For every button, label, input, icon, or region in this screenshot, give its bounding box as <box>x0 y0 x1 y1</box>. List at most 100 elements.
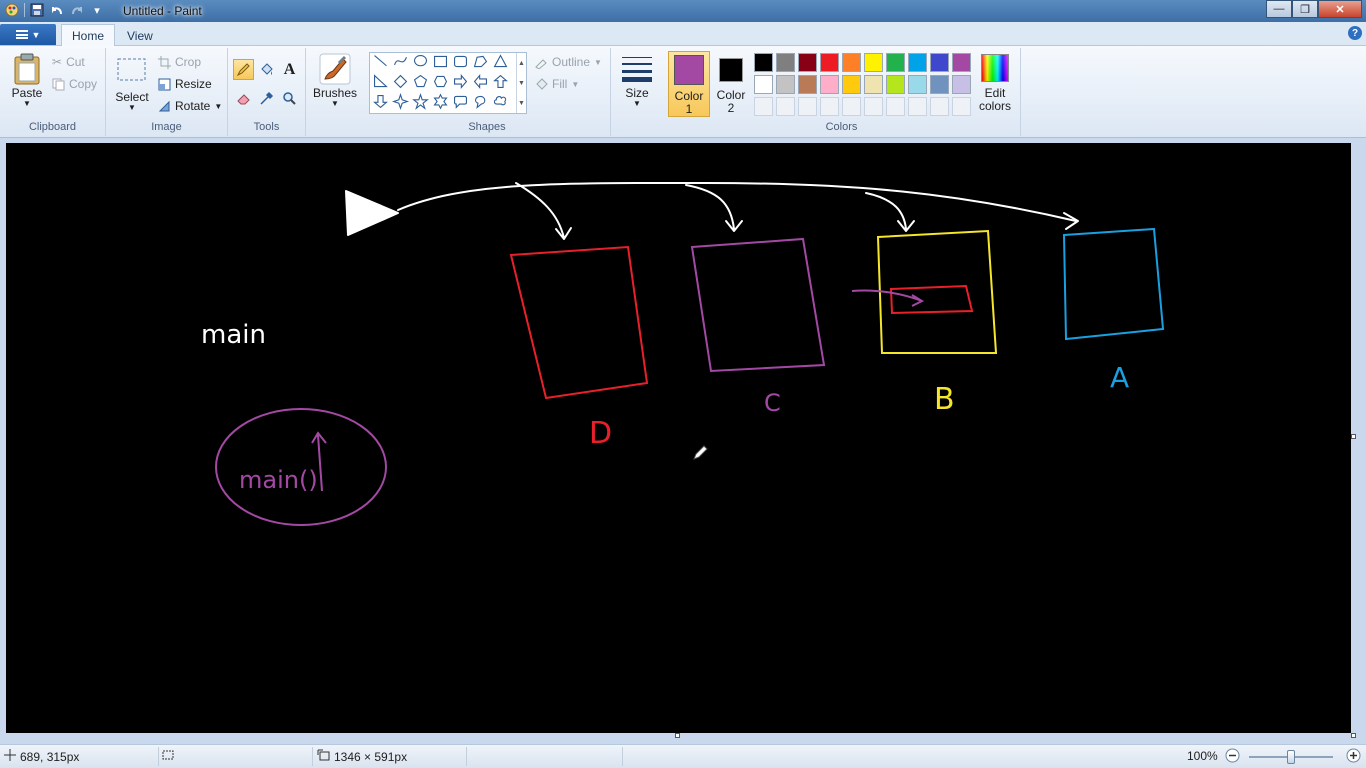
palette-swatch[interactable] <box>930 75 949 94</box>
rotate-button[interactable]: Rotate ▼ <box>158 99 222 113</box>
drawing-canvas[interactable]: main main() D C B A <box>6 143 1351 733</box>
eraser-icon[interactable] <box>233 88 254 109</box>
scroll-up-icon[interactable]: ▲ <box>518 60 525 67</box>
palette-swatch[interactable] <box>820 53 839 72</box>
palette-swatch[interactable] <box>776 75 795 94</box>
shapes-gallery[interactable]: ▲ ▼ ▼ <box>369 52 527 114</box>
line-size-icon <box>620 53 654 85</box>
palette-swatch-empty[interactable] <box>886 97 905 116</box>
zoom-out-button[interactable] <box>1225 748 1240 763</box>
palette-swatch-empty[interactable] <box>930 97 949 116</box>
separator <box>312 747 313 766</box>
right-arrow-shape-icon[interactable] <box>453 74 468 89</box>
palette-swatch[interactable] <box>864 75 883 94</box>
palette-swatch[interactable] <box>930 53 949 72</box>
paint-app-icon[interactable] <box>4 2 20 18</box>
color-picker-icon[interactable] <box>256 88 277 109</box>
polygon-shape-icon[interactable] <box>473 55 488 68</box>
outline-button[interactable]: Outline ▼ <box>534 55 602 69</box>
palette-swatch[interactable] <box>952 75 971 94</box>
magnifier-icon[interactable] <box>279 88 300 109</box>
palette-swatch[interactable] <box>886 53 905 72</box>
hexagon-shape-icon[interactable] <box>433 75 448 88</box>
palette-swatch[interactable] <box>776 53 795 72</box>
palette-swatch[interactable] <box>754 75 773 94</box>
palette-swatch[interactable] <box>798 53 817 72</box>
undo-icon[interactable] <box>49 2 65 18</box>
edit-colors-button[interactable]: Edit colors <box>975 54 1015 113</box>
zoom-in-button[interactable] <box>1346 748 1361 763</box>
shape-icons[interactable] <box>370 53 516 113</box>
palette-swatch-empty[interactable] <box>908 97 927 116</box>
down-arrow-shape-icon[interactable] <box>373 94 388 109</box>
palette-swatch-empty[interactable] <box>754 97 773 116</box>
zoom-slider-thumb[interactable] <box>1287 750 1295 764</box>
scroll-down-icon[interactable]: ▼ <box>518 80 525 87</box>
select-button[interactable]: Select ▼ <box>114 56 150 112</box>
palette-swatch[interactable] <box>820 75 839 94</box>
pentagon-shape-icon[interactable] <box>413 74 428 88</box>
resize-handle-bottom[interactable] <box>675 733 680 738</box>
palette-swatch[interactable] <box>864 53 883 72</box>
palette-swatch-empty[interactable] <box>952 97 971 116</box>
maximize-button[interactable]: ❐ <box>1292 0 1318 18</box>
fill-button[interactable]: Fill ▼ <box>534 77 579 91</box>
crop-button[interactable]: Crop <box>158 55 201 69</box>
triangle-shape-icon[interactable] <box>493 54 508 68</box>
color2-button[interactable]: Color 2 <box>713 54 749 118</box>
six-point-star-shape-icon[interactable] <box>433 93 448 110</box>
help-icon[interactable]: ? <box>1348 26 1362 40</box>
size-button[interactable]: Size ▼ <box>617 53 657 108</box>
oval-shape-icon[interactable] <box>414 54 427 67</box>
zoom-slider[interactable] <box>1249 750 1333 764</box>
palette-swatch-empty[interactable] <box>842 97 861 116</box>
palette-swatch-empty[interactable] <box>864 97 883 116</box>
copy-button[interactable]: Copy <box>52 77 97 91</box>
resize-handle-corner[interactable] <box>1351 733 1356 738</box>
paint-menu-button[interactable]: ▼ <box>0 24 56 45</box>
resize-handle-right[interactable] <box>1351 434 1356 439</box>
tab-view[interactable]: View <box>117 24 163 47</box>
palette-swatch[interactable] <box>842 53 861 72</box>
palette-swatch-empty[interactable] <box>820 97 839 116</box>
right-triangle-shape-icon[interactable] <box>373 74 388 88</box>
palette-swatch[interactable] <box>842 75 861 94</box>
palette-swatch[interactable] <box>886 75 905 94</box>
more-shapes-icon[interactable]: ▼ <box>518 100 525 107</box>
brushes-button[interactable]: Brushes ▼ <box>313 53 357 108</box>
pencil-icon[interactable] <box>233 59 254 80</box>
minimize-button[interactable]: — <box>1266 0 1292 18</box>
redo-icon[interactable] <box>69 2 85 18</box>
palette-swatch[interactable] <box>798 75 817 94</box>
four-point-star-shape-icon[interactable] <box>391 92 410 111</box>
oval-callout-shape-icon[interactable] <box>474 95 486 109</box>
gallery-scroll[interactable]: ▲ ▼ ▼ <box>516 53 526 113</box>
palette-swatch-empty[interactable] <box>776 97 795 116</box>
palette-swatch[interactable] <box>908 75 927 94</box>
fill-bucket-icon[interactable] <box>256 59 277 80</box>
rounded-callout-shape-icon[interactable] <box>453 95 468 109</box>
cut-button[interactable]: ✂ Cut <box>52 55 85 69</box>
palette-swatch[interactable] <box>908 53 927 72</box>
cloud-callout-shape-icon[interactable] <box>493 96 507 106</box>
color1-button[interactable]: Color 1 <box>668 51 710 117</box>
rounded-rectangle-shape-icon[interactable] <box>453 55 468 68</box>
diamond-shape-icon[interactable] <box>393 74 408 89</box>
five-point-star-shape-icon[interactable] <box>412 92 429 110</box>
rectangle-shape-icon[interactable] <box>433 55 448 68</box>
line-shape-icon[interactable] <box>374 55 387 67</box>
paste-button[interactable]: Paste ▼ <box>8 53 46 108</box>
curve-shape-icon[interactable] <box>394 57 407 66</box>
resize-button[interactable]: Resize <box>158 77 212 91</box>
palette-swatch[interactable] <box>952 53 971 72</box>
close-button[interactable]: ✕ <box>1318 0 1362 18</box>
palette-swatch-empty[interactable] <box>798 97 817 116</box>
palette-swatch[interactable] <box>754 53 773 72</box>
save-icon[interactable] <box>29 2 45 18</box>
customize-dropdown-icon[interactable]: ▾ <box>89 2 105 18</box>
left-arrow-shape-icon[interactable] <box>473 74 488 89</box>
up-arrow-shape-icon[interactable] <box>493 74 508 89</box>
separator <box>622 747 623 766</box>
tab-home[interactable]: Home <box>61 24 116 47</box>
text-tool-icon[interactable]: A <box>279 59 300 80</box>
